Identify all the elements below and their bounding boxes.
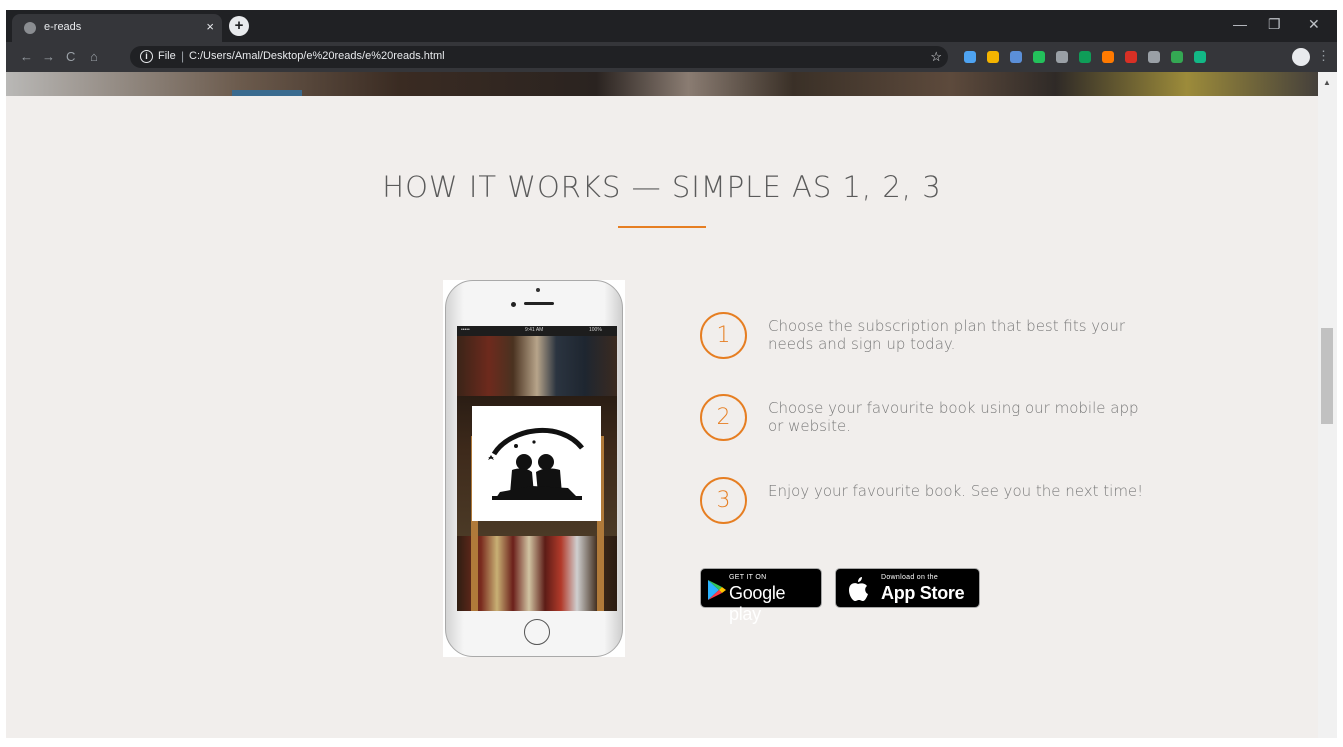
forward-button[interactable]: →	[42, 49, 55, 64]
tab-strip: e-reads × + — ❐ ✕	[6, 10, 1337, 42]
step-1-number: 1	[700, 312, 747, 359]
google-play-badge[interactable]: GET IT ON Google play	[700, 568, 822, 624]
extension-icon[interactable]	[1194, 51, 1206, 63]
phone-status-bar: ••••• 9:41 AM 100%	[457, 326, 617, 336]
heading-underline	[618, 226, 706, 228]
browser-toolbar: ← → C ⌂ i File | C:/Users/Amal/Desktop/e…	[6, 42, 1337, 72]
bookmark-star-icon[interactable]: ☆	[930, 49, 942, 65]
back-button[interactable]: ←	[20, 49, 33, 64]
extension-icon[interactable]	[1079, 51, 1091, 63]
step-3-number: 3	[700, 477, 747, 524]
home-button[interactable]: ⌂	[90, 49, 98, 64]
extension-icon[interactable]	[1056, 51, 1068, 63]
phone-sensor	[511, 302, 516, 307]
phone-camera	[536, 288, 540, 292]
url-text[interactable]: C:/Users/Amal/Desktop/e%20reads/e%20read…	[189, 50, 445, 62]
browser-window: e-reads × + — ❐ ✕ ← → C ⌂ i File | C:/Us…	[6, 10, 1337, 738]
screenshot-frame: e-reads × + — ❐ ✕ ← → C ⌂ i File | C:/Us…	[0, 0, 1343, 747]
info-icon[interactable]: i	[140, 50, 153, 63]
apple-icon	[849, 577, 868, 601]
bookshelf-top	[457, 336, 617, 396]
phone-body: ••••• 9:41 AM 100%	[445, 280, 623, 657]
e-reads-logo	[472, 406, 601, 521]
apple-badge-caption: Download on the	[881, 574, 939, 581]
extension-icon[interactable]	[1148, 51, 1160, 63]
step-1-text: Choose the subscription plan that best f…	[768, 317, 1126, 353]
app-store-badge[interactable]: Download on the App Store	[835, 568, 980, 608]
scroll-up-arrow-icon[interactable]: ▲	[1323, 78, 1331, 87]
new-tab-button[interactable]: +	[229, 16, 249, 36]
google-badge-label: Google play	[729, 583, 786, 624]
extension-icon[interactable]	[1125, 51, 1137, 63]
step-2-text: Choose your favourite book using our mob…	[768, 399, 1139, 435]
reload-button[interactable]: C	[66, 49, 75, 64]
restore-button[interactable]: ❐	[1268, 16, 1281, 33]
phone-screen: ••••• 9:41 AM 100%	[457, 326, 617, 611]
tab-title: e-reads	[44, 21, 82, 33]
google-badge-caption: GET IT ON	[729, 574, 767, 581]
extension-icon[interactable]	[1033, 51, 1045, 63]
phone-speaker	[524, 302, 554, 305]
url-scheme: File	[158, 50, 176, 62]
extension-icon[interactable]	[987, 51, 999, 63]
google-play-icon	[708, 580, 726, 600]
scrollbar-thumb[interactable]	[1321, 328, 1333, 424]
hero-image-strip	[6, 72, 1318, 96]
globe-icon	[24, 22, 36, 34]
step-3-text: Enjoy your favourite book. See you the n…	[768, 482, 1144, 500]
menu-button[interactable]: ⋮	[1317, 48, 1330, 64]
readers-silhouette-icon	[488, 427, 584, 500]
bookshelf-bottom	[457, 536, 617, 611]
status-battery: 100%	[589, 327, 602, 333]
url-separator: |	[181, 49, 185, 63]
extension-icon[interactable]	[1102, 51, 1114, 63]
step-2-number: 2	[700, 394, 747, 441]
apple-badge-label: App Store	[881, 583, 965, 603]
extension-icon[interactable]	[964, 51, 976, 63]
extension-icon[interactable]	[1010, 51, 1022, 63]
extension-icon[interactable]	[1171, 51, 1183, 63]
minimize-button[interactable]: —	[1233, 16, 1247, 32]
address-bar[interactable]: i File | C:/Users/Amal/Desktop/e%20reads…	[130, 46, 948, 68]
tab-close-button[interactable]: ×	[206, 19, 214, 34]
profile-avatar[interactable]	[1292, 48, 1310, 66]
tab-e-reads[interactable]: e-reads ×	[12, 14, 222, 42]
status-time: 9:41 AM	[525, 327, 544, 333]
hero-detail	[232, 90, 302, 96]
phone-mockup: ••••• 9:41 AM 100%	[443, 280, 625, 657]
section-heading: HOW IT WORKS — SIMPLE AS 1, 2, 3	[382, 170, 942, 204]
close-window-button[interactable]: ✕	[1308, 16, 1320, 33]
status-carrier: •••••	[461, 327, 470, 333]
phone-home-button	[524, 619, 550, 645]
